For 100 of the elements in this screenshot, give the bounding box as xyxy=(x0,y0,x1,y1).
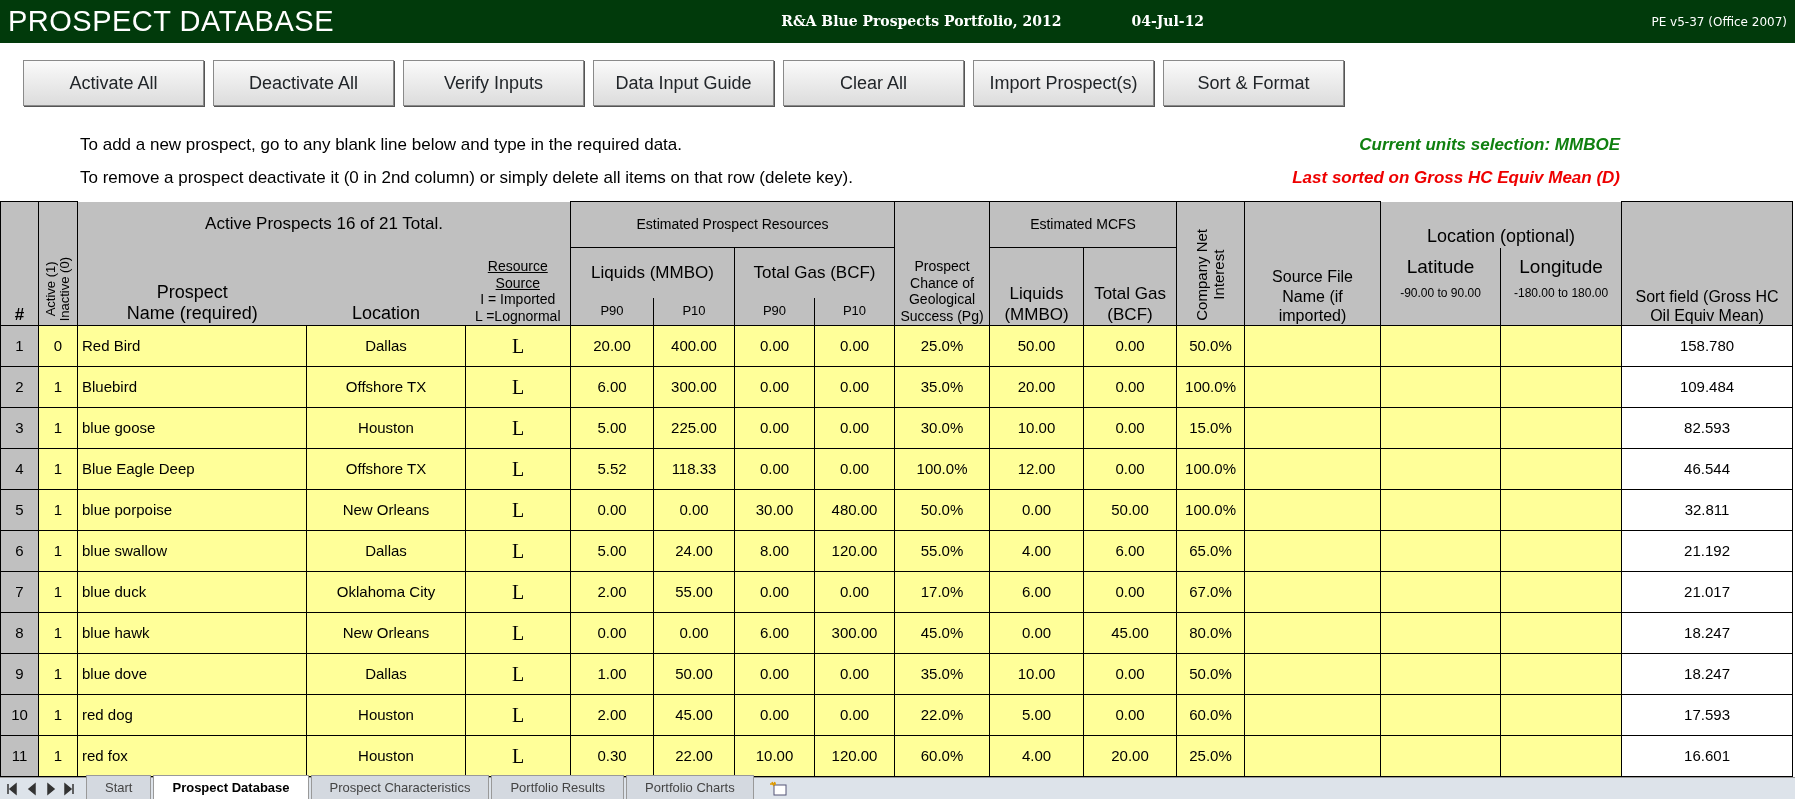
table-cell: 65.0% xyxy=(1176,530,1245,572)
column-header: Prospect Name (required) xyxy=(77,247,307,326)
macro-button[interactable]: Import Prospect(s) xyxy=(973,60,1154,106)
table-cell: 2.00 xyxy=(570,694,654,736)
insert-sheet-icon[interactable] xyxy=(769,780,788,797)
macro-button[interactable]: Verify Inputs xyxy=(403,60,584,106)
table-cell: 24.00 xyxy=(653,530,735,572)
table-cell: 25.0% xyxy=(1176,735,1245,777)
sheet-tab[interactable]: Prospect Characteristics xyxy=(310,774,490,799)
table-cell: L xyxy=(511,540,525,562)
table-cell: 300.00 xyxy=(814,612,895,654)
row-number: 1 xyxy=(0,325,39,367)
column-header: Total Gas (BCF) xyxy=(1083,247,1177,326)
group-header: Active Prospects 16 of 21 Total. xyxy=(77,201,571,248)
table-cell: 0.00 xyxy=(570,612,654,654)
table-cell: 1 xyxy=(38,530,78,572)
table-cell: blue swallow xyxy=(77,530,307,572)
column-header: Active (1) Inactive (0) xyxy=(43,256,73,322)
table-cell: Offshore TX xyxy=(306,366,466,408)
sheet-tab[interactable]: Start xyxy=(86,774,152,799)
table-cell: 21.192 xyxy=(1621,530,1793,572)
table-cell: 1 xyxy=(38,694,78,736)
table-cell: 120.00 xyxy=(814,735,895,777)
table-cell: L xyxy=(511,458,525,480)
table-cell: L xyxy=(511,745,525,767)
group-header: Location (optional) xyxy=(1380,201,1622,248)
instruction-text: To add a new prospect, go to any blank line below and type in the required data. xyxy=(80,133,682,156)
table-cell: 1 xyxy=(38,612,78,654)
table-cell: 0.00 xyxy=(570,489,654,531)
units-note: Current units selection: MMBOE xyxy=(1359,133,1620,156)
table-cell: 5.52 xyxy=(570,448,654,490)
table-cell: 0.00 xyxy=(814,448,895,490)
table-cell: 0.00 xyxy=(1083,653,1177,695)
column-header: Company Net Interest xyxy=(1194,229,1228,322)
table-cell: 5.00 xyxy=(989,694,1084,736)
macro-button[interactable]: Sort & Format xyxy=(1163,60,1344,106)
table-cell: L xyxy=(511,622,525,644)
table-cell: L xyxy=(511,417,525,439)
table-cell: 2.00 xyxy=(570,571,654,613)
macro-button[interactable]: Clear All xyxy=(783,60,964,106)
table-cell: 1 xyxy=(38,448,78,490)
table-cell: 17.0% xyxy=(894,571,990,613)
table-cell: 1 xyxy=(38,653,78,695)
table-cell: 50.0% xyxy=(894,489,990,531)
table-cell: 0.00 xyxy=(653,612,735,654)
table-cell: Blue Eagle Deep xyxy=(77,448,307,490)
version-label: PE v5-37 (Office 2007) xyxy=(1651,13,1787,31)
sheet-tab[interactable]: Portfolio Charts xyxy=(626,774,754,799)
macro-button[interactable]: Activate All xyxy=(23,60,204,106)
macro-button[interactable]: Data Input Guide xyxy=(593,60,774,106)
table-cell: L xyxy=(511,499,525,521)
table-cell: red fox xyxy=(77,735,307,777)
table-cell: 60.0% xyxy=(1176,694,1245,736)
column-header: Prospect Chance of Geological Success (Pg) xyxy=(894,201,990,326)
table-cell: 8.00 xyxy=(734,530,815,572)
table-cell: L xyxy=(511,376,525,398)
macro-button[interactable]: Deactivate All xyxy=(213,60,394,106)
sheet-tab[interactable]: Portfolio Results xyxy=(491,774,625,799)
table-cell: L xyxy=(511,581,525,603)
column-header: Total Gas (BCF) xyxy=(734,247,895,298)
table-cell: 100.0% xyxy=(894,448,990,490)
table-cell: blue porpoise xyxy=(77,489,307,531)
table-cell: 0.00 xyxy=(1083,325,1177,367)
range-label: -180.00 to 180.00 xyxy=(1513,286,1610,301)
table-cell: 82.593 xyxy=(1621,407,1793,449)
column-header: P90 xyxy=(734,297,815,326)
table-cell: 0.00 xyxy=(1083,366,1177,408)
row-number: 6 xyxy=(0,530,39,572)
table-cell: Houston xyxy=(306,407,466,449)
table-cell: 0.00 xyxy=(814,694,895,736)
first-sheet-icon[interactable] xyxy=(4,781,20,796)
table-cell: 5.00 xyxy=(570,530,654,572)
column-header: Longitude xyxy=(1518,255,1604,279)
table-cell: 300.00 xyxy=(653,366,735,408)
column-header: P10 xyxy=(814,297,895,326)
table-cell: 30.0% xyxy=(894,407,990,449)
table-cell: 6.00 xyxy=(570,366,654,408)
table-cell: 1.00 xyxy=(570,653,654,695)
table-cell: 22.0% xyxy=(894,694,990,736)
table-cell: 0.00 xyxy=(734,571,815,613)
table-cell: Dallas xyxy=(306,325,466,367)
table-cell: 35.0% xyxy=(894,366,990,408)
table-cell: 0.00 xyxy=(1083,448,1177,490)
column-header: Location xyxy=(306,247,466,326)
table-cell: 0.00 xyxy=(814,407,895,449)
table-cell: 6.00 xyxy=(989,571,1084,613)
table-cell: Dallas xyxy=(306,530,466,572)
sheet-tab[interactable]: Prospect Database xyxy=(153,774,309,799)
table-cell: 60.0% xyxy=(894,735,990,777)
instruction-text: To remove a prospect deactivate it (0 in 2nd column) or simply delete all items on that row (delete key). xyxy=(80,166,853,189)
table-cell: 0.00 xyxy=(989,612,1084,654)
row-number: 8 xyxy=(0,612,39,654)
column-header: P10 xyxy=(653,297,735,326)
table-cell: 10.00 xyxy=(989,653,1084,695)
last-sheet-icon[interactable] xyxy=(61,781,77,796)
table-cell: 6.00 xyxy=(734,612,815,654)
table-cell: blue duck xyxy=(77,571,307,613)
table-cell: New Orleans xyxy=(306,612,466,654)
table-cell: Houston xyxy=(306,694,466,736)
table-cell: 45.0% xyxy=(894,612,990,654)
